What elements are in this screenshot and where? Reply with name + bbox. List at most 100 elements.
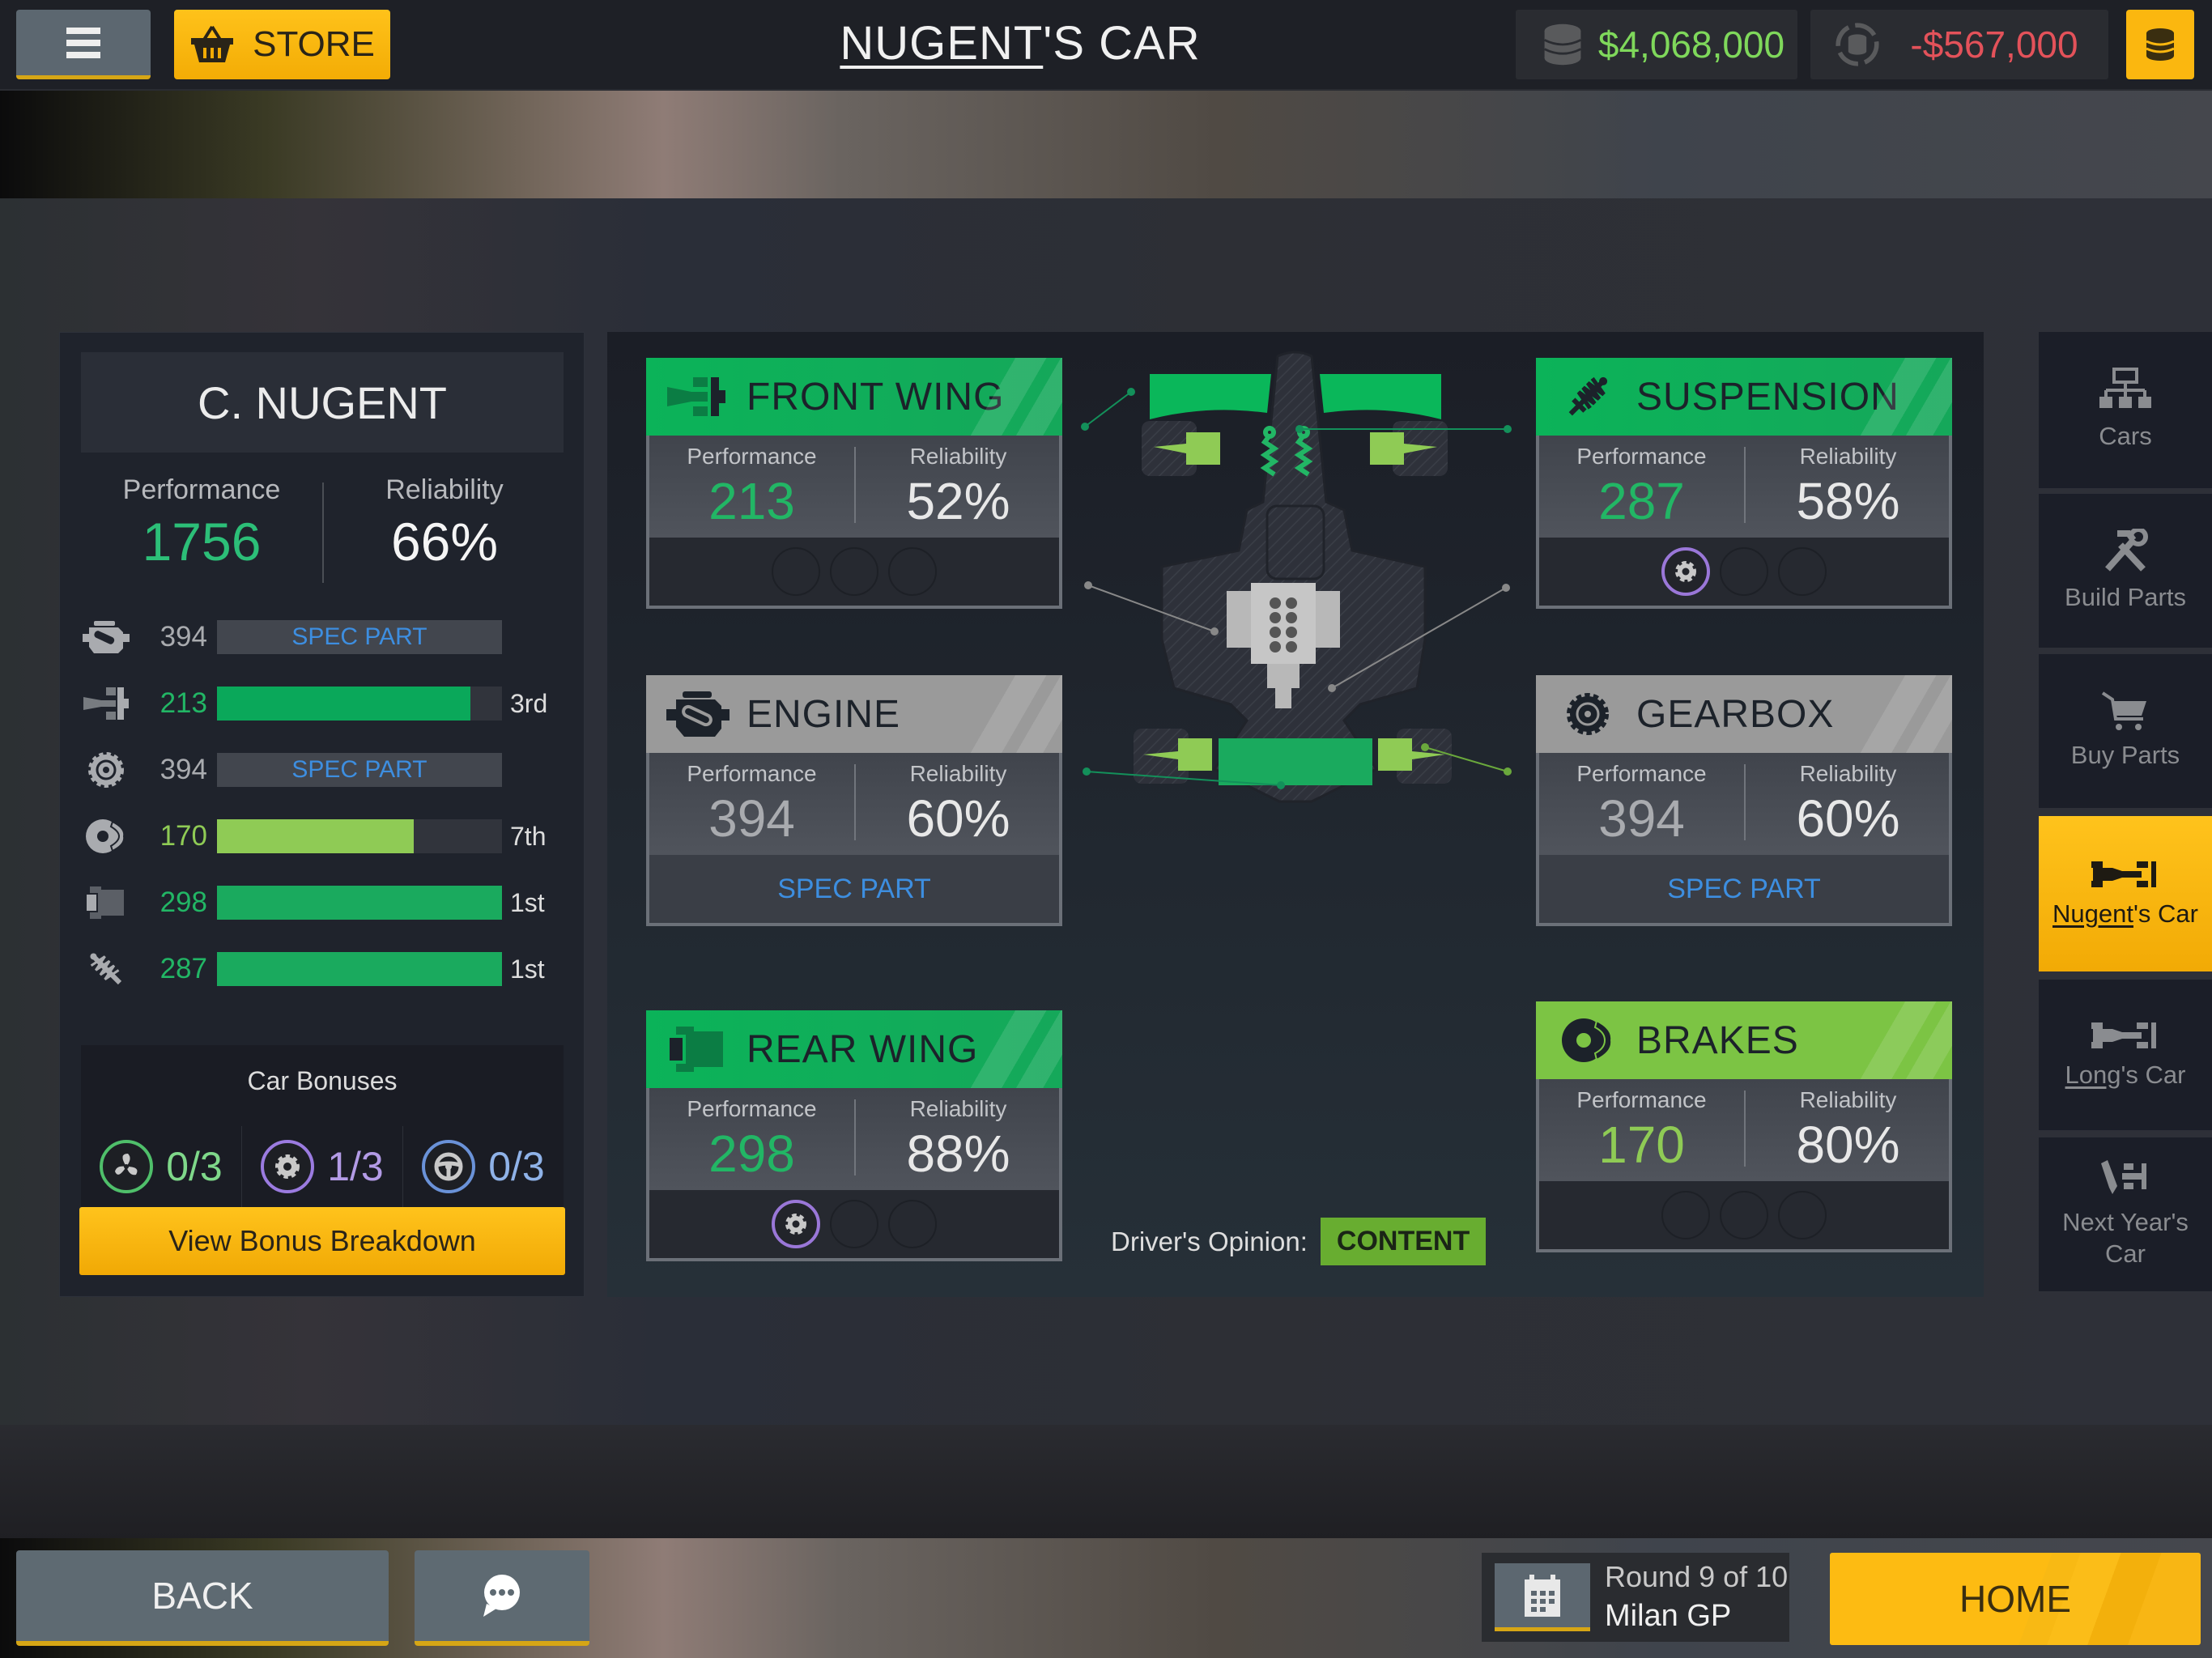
nav-build-parts[interactable]: Build Parts: [2039, 494, 2212, 648]
round-number: Round 9 of 10: [1605, 1559, 1789, 1593]
car-diagram: [1081, 351, 1512, 803]
nav-longs-car[interactable]: Long's Car: [2039, 980, 2212, 1130]
reliability-label: Reliability: [909, 1096, 1007, 1121]
reliability-label: Reliability: [1799, 444, 1897, 469]
header-stripe: [933, 675, 1062, 753]
part-card-brakes[interactable]: BRAKES Performance 170 Reliability 80%: [1536, 1001, 1952, 1252]
nav-cars[interactable]: Cars: [2039, 332, 2212, 488]
bonus-slots: [649, 1190, 1059, 1258]
card-stats: Performance 287 Reliability 58%: [1539, 436, 1949, 538]
home-button[interactable]: HOME: [1830, 1553, 2201, 1645]
reliability-value: 60%: [1796, 789, 1900, 848]
bonus-mechanical[interactable]: 1/3: [242, 1126, 403, 1207]
part-card-suspension[interactable]: SUSPENSION Performance 287 Reliability 58%: [1536, 358, 1952, 609]
empty-slot: [888, 1200, 937, 1248]
background-bottom: [0, 1425, 2212, 1538]
brakes-icon: [78, 815, 134, 857]
rear-wing-icon: [78, 882, 134, 924]
nav-next-years-car[interactable]: Next Year's Car: [2039, 1137, 2212, 1291]
nav-label-underlined: Long: [2065, 1060, 2121, 1089]
gear-bonus-slot[interactable]: [772, 1200, 820, 1248]
spec-part-label: SPEC PART: [217, 753, 502, 787]
suspension-icon: [78, 948, 134, 990]
finance-button[interactable]: [2126, 10, 2194, 79]
empty-slot: [1720, 547, 1768, 596]
cart-icon: [2101, 691, 2146, 730]
bonus-aero[interactable]: 0/3: [81, 1126, 242, 1207]
title-driver-link[interactable]: NUGENT: [840, 17, 1043, 70]
performance-label: Performance: [687, 761, 817, 786]
card-title: ENGINE: [747, 692, 901, 736]
part-value: 394: [160, 754, 207, 785]
part-card-gearbox[interactable]: GEARBOX Performance 394 Reliability 60% SP…: [1536, 675, 1952, 926]
car-chassis: [1160, 351, 1427, 803]
driver-opinion: Driver's Opinion: CONTENT: [1111, 1218, 1487, 1265]
gearbox-icon: [78, 749, 134, 791]
front-wing-icon: [78, 682, 134, 725]
spec-part-label: SPEC PART: [1539, 855, 1949, 923]
nav-label-underlined: Nugent: [2052, 899, 2133, 928]
part-card-rear-wing[interactable]: REAR WING Performance 298 Reliability 88%: [646, 1010, 1062, 1261]
rear-wing-graphic: [1219, 738, 1372, 785]
reliability-value: 60%: [906, 789, 1010, 848]
gear-icon: [1675, 561, 1696, 582]
part-row-engine[interactable]: 394 SPEC PART: [78, 616, 502, 658]
gear-icon: [261, 1140, 315, 1193]
part-row-front-wing[interactable]: 213 3rd: [78, 682, 547, 725]
back-button[interactable]: BACK: [16, 1550, 389, 1646]
rear-wing-icon: [657, 1010, 738, 1088]
coins-cycle-icon: [1836, 23, 1879, 66]
balance-value: $4,068,000: [1597, 23, 1785, 66]
performance-value: 170: [1598, 1116, 1685, 1174]
part-row-rear-wing[interactable]: 298 1st: [78, 882, 545, 924]
round-info[interactable]: Round 9 of 10 Milan GP: [1482, 1553, 1789, 1642]
header-stripe: [1823, 675, 1952, 753]
total-performance: Performance 1756: [81, 474, 322, 572]
title-rest: 'S CAR: [1043, 17, 1201, 70]
performance-bar-fill: [217, 886, 502, 920]
bonus-value: 1/3: [327, 1144, 384, 1189]
round-text: Round 9 of 10 Milan GP: [1605, 1558, 1788, 1636]
gear-bonus-slot[interactable]: [1661, 547, 1710, 596]
performance-value: 394: [708, 789, 795, 848]
reliability-label: Reliability: [1799, 1087, 1897, 1112]
reliability-label: Reliability: [1799, 761, 1897, 786]
performance-stat: Performance 170: [1539, 1087, 1744, 1175]
nav-label: Long's Car: [2065, 1060, 2186, 1091]
part-row-gearbox[interactable]: 394 SPEC PART: [78, 749, 502, 791]
nav-buy-parts[interactable]: Buy Parts: [2039, 654, 2212, 808]
performance-stat: Performance 213: [649, 444, 854, 531]
chat-button[interactable]: [415, 1550, 589, 1646]
car-bonuses-title: Car Bonuses: [247, 1066, 398, 1095]
nav-nugents-car[interactable]: Nugent's Car: [2039, 816, 2212, 971]
card-header: BRAKES: [1536, 1001, 1952, 1079]
empty-slot: [772, 547, 820, 596]
rank-label: 1st: [510, 954, 545, 984]
part-value: 170: [160, 820, 207, 852]
front-wing-icon: [657, 358, 738, 436]
rank-label: 1st: [510, 887, 545, 917]
part-value: 213: [160, 687, 207, 719]
bonus-slots: [649, 538, 1059, 606]
reliability-value: 52%: [906, 472, 1010, 530]
reliability-stat: Reliability 52%: [856, 444, 1061, 531]
part-card-engine[interactable]: ENGINE Performance 394 Reliability 60% SPE…: [646, 675, 1062, 926]
bonus-handling[interactable]: 0/3: [403, 1126, 564, 1207]
header-stripe: [1823, 1001, 1952, 1079]
part-row-suspension[interactable]: 287 1st: [78, 948, 545, 990]
part-card-front-wing[interactable]: FRONT WING Performance 213 Reliability 52%: [646, 358, 1062, 609]
part-row-brakes[interactable]: 170 7th: [78, 815, 546, 857]
balance-box: $4,068,000: [1516, 10, 1797, 79]
nav-label-rest: 's Car: [2121, 1060, 2186, 1089]
card-stats: Performance 298 Reliability 88%: [649, 1088, 1059, 1190]
part-value: 394: [160, 621, 207, 653]
reliability-stat: Reliability 60%: [856, 761, 1061, 848]
driver-name: C. NUGENT: [81, 352, 564, 453]
performance-bar: [217, 687, 502, 721]
view-bonus-breakdown-button[interactable]: View Bonus Breakdown: [79, 1207, 565, 1275]
performance-label: Performance: [687, 444, 817, 469]
performance-value: 1756: [142, 512, 262, 572]
empty-slot: [830, 1200, 878, 1248]
nav-label: Nugent's Car: [2052, 899, 2198, 930]
performance-label: Performance: [1576, 761, 1707, 786]
